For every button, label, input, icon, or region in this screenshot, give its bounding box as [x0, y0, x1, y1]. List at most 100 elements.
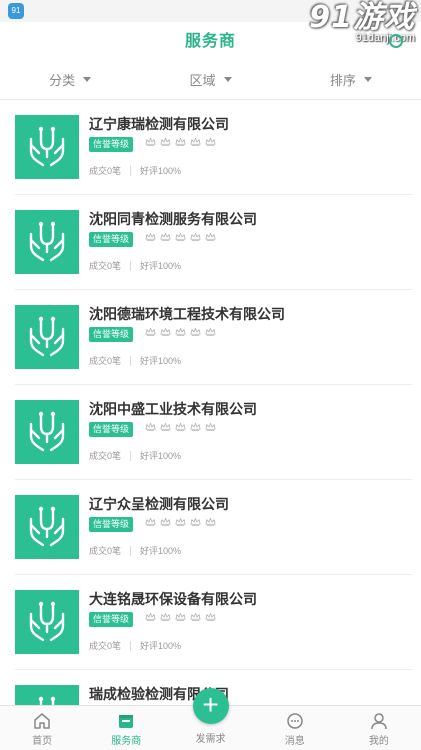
filter-region[interactable]: 区域: [140, 66, 280, 99]
company-name: 沈阳同青检测服务有限公司: [89, 211, 257, 227]
crown-outline-icon: [145, 422, 156, 432]
filter-region-label: 区域: [189, 73, 216, 88]
company-stats: 成交0笔 好评100%: [89, 259, 181, 272]
crown-outline-icon: [175, 137, 186, 147]
crown-outline-icon: [145, 232, 156, 242]
rating: 好评100%: [140, 166, 182, 176]
company-logo: [15, 210, 79, 274]
crown-outline-icon: [160, 137, 171, 147]
hands-caring-icon: [29, 506, 65, 547]
crown-outline-icon: [160, 422, 171, 432]
company-card[interactable]: 辽宁康瑞检测有限公司 信誉等级 成交0笔 好评100%: [15, 100, 412, 195]
crown-outline-icon: [145, 517, 156, 527]
divider: [130, 545, 132, 556]
deal-count: 成交0笔: [89, 261, 122, 271]
crown-outline-icon: [190, 422, 201, 432]
filter-sort[interactable]: 排序: [281, 66, 421, 99]
crown-outline-icon: [175, 517, 186, 527]
tab-messages-label: 消息: [284, 736, 305, 747]
crown-outline-icon: [190, 232, 201, 242]
deal-count: 成交0笔: [89, 356, 122, 366]
hands-caring-icon: [29, 126, 65, 167]
crown-outline-icon: [175, 422, 186, 432]
bottom-tab-bar: 首页 服务商 + 发需求 消息 我的: [0, 688, 421, 750]
company-name: 辽宁众呈检测有限公司: [89, 496, 229, 512]
caret-down-icon: [223, 77, 232, 83]
tab-messages[interactable]: 消息: [253, 706, 337, 750]
credit-stars: [145, 326, 216, 337]
crown-outline-icon: [190, 517, 201, 527]
company-logo: [15, 115, 79, 179]
deal-count: 成交0笔: [89, 451, 122, 461]
tab-profile-label: 我的: [368, 736, 389, 747]
crown-outline-icon: [205, 137, 216, 147]
company-card[interactable]: 沈阳中盛工业技术有限公司 信誉等级 成交0笔 好评100%: [15, 385, 412, 480]
crown-outline-icon: [145, 327, 156, 337]
company-name: 辽宁康瑞检测有限公司: [89, 116, 229, 132]
credit-badge: 信誉等级: [89, 137, 134, 152]
page-title: 服务商: [184, 33, 236, 50]
credit-badge: 信誉等级: [89, 327, 134, 342]
credit-stars: [145, 421, 216, 432]
tab-post-request[interactable]: + 发需求: [168, 688, 252, 750]
divider: [130, 355, 132, 366]
crown-outline-icon: [205, 517, 216, 527]
crown-outline-icon: [160, 517, 171, 527]
company-card[interactable]: 大连铭晟环保设备有限公司 信誉等级 成交0笔 好评100%: [15, 575, 412, 670]
tab-home[interactable]: 首页: [0, 706, 84, 750]
crown-outline-icon: [190, 137, 201, 147]
tab-providers[interactable]: 服务商: [84, 706, 168, 750]
credit-stars: [145, 136, 216, 147]
company-stats: 成交0笔 好评100%: [89, 544, 181, 557]
company-logo: [15, 685, 79, 705]
company-stats: 成交0笔 好评100%: [89, 164, 181, 177]
crown-outline-icon: [190, 327, 201, 337]
crown-outline-icon: [175, 612, 186, 622]
company-logo: [15, 590, 79, 654]
company-card[interactable]: 沈阳同青检测服务有限公司 信誉等级 成交0笔 好评100%: [15, 195, 412, 290]
store-icon: [119, 715, 134, 728]
company-stats: 成交0笔 好评100%: [89, 449, 181, 462]
tab-profile[interactable]: 我的: [337, 706, 421, 750]
tab-home-label: 首页: [32, 736, 53, 747]
credit-badge: 信誉等级: [89, 612, 134, 627]
search-icon[interactable]: [389, 34, 403, 48]
crown-outline-icon: [175, 327, 186, 337]
hands-caring-icon: [29, 411, 65, 452]
credit-stars: [145, 516, 216, 527]
filter-category[interactable]: 分类: [0, 66, 140, 99]
rating: 好评100%: [140, 641, 182, 651]
header: 服务商: [0, 22, 421, 66]
divider: [130, 450, 132, 461]
rating: 好评100%: [140, 546, 182, 556]
deal-count: 成交0笔: [89, 641, 122, 651]
filter-category-label: 分类: [49, 73, 76, 88]
home-icon: [34, 713, 50, 729]
crown-outline-icon: [205, 327, 216, 337]
rating: 好评100%: [140, 451, 182, 461]
hands-caring-icon: [29, 601, 65, 642]
credit-badge: 信誉等级: [89, 517, 134, 532]
deal-count: 成交0笔: [89, 166, 122, 176]
divider: [130, 640, 132, 651]
plus-icon[interactable]: +: [192, 688, 229, 724]
hands-caring-icon: [29, 316, 65, 357]
chat-icon: [286, 713, 303, 729]
crown-outline-icon: [145, 137, 156, 147]
company-list[interactable]: 辽宁康瑞检测有限公司 信誉等级 成交0笔 好评100% 沈阳同青检测服务有限公司…: [0, 100, 421, 705]
hands-caring-icon: [38, 696, 56, 705]
company-stats: 成交0笔 好评100%: [89, 639, 181, 652]
crown-outline-icon: [190, 612, 201, 622]
company-name: 沈阳德瑞环境工程技术有限公司: [89, 306, 285, 322]
company-card[interactable]: 沈阳德瑞环境工程技术有限公司 信誉等级 成交0笔 好评100%: [15, 290, 412, 385]
divider: [130, 165, 132, 176]
company-name: 大连铭晟环保设备有限公司: [89, 591, 257, 607]
caret-down-icon: [363, 77, 372, 83]
credit-stars: [145, 231, 216, 242]
credit-badge: 信誉等级: [89, 232, 134, 247]
company-card[interactable]: 辽宁众呈检测有限公司 信誉等级 成交0笔 好评100%: [15, 480, 412, 575]
crown-outline-icon: [160, 232, 171, 242]
crown-outline-icon: [205, 232, 216, 242]
company-logo: [15, 305, 79, 369]
crown-outline-icon: [145, 612, 156, 622]
